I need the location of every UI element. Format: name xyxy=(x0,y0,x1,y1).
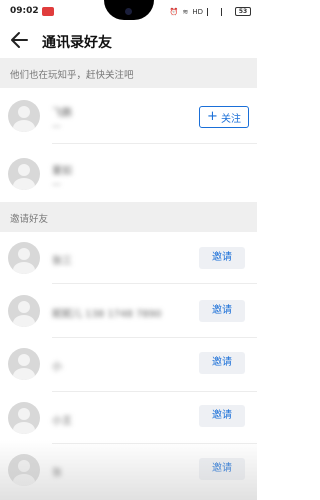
invite-button[interactable]: 邀请 xyxy=(199,300,245,322)
back-button[interactable] xyxy=(10,29,30,51)
app-header: 通讯录好友 xyxy=(0,24,257,58)
avatar xyxy=(8,100,40,132)
list-item[interactable]: 小 邀请 xyxy=(0,338,257,392)
list-item[interactable]: 张三 邀请 xyxy=(0,232,257,284)
section-header-playing: 他们也在玩知乎，赶快关注吧 xyxy=(0,58,257,88)
notification-icon xyxy=(42,7,54,16)
avatar xyxy=(8,402,40,434)
user-name: 小王 xyxy=(52,416,72,427)
invite-button[interactable]: 邀请 xyxy=(199,352,245,374)
user-name: 董如 xyxy=(52,166,72,177)
avatar xyxy=(8,158,40,190)
status-bar: 09:02 ⏰ ≋ HD 53 xyxy=(0,0,257,24)
signal-icon-2 xyxy=(221,7,231,16)
battery-icon: 53 xyxy=(235,7,251,16)
list-item[interactable]: 飞鹏 一 + 关注 xyxy=(0,88,257,144)
plus-icon: + xyxy=(207,109,218,124)
section-title-invite: 邀请好友 xyxy=(10,214,49,225)
invite-button[interactable]: 邀请 xyxy=(199,247,245,269)
user-name: 小 xyxy=(52,362,62,373)
user-name: 妮妮儿 138 1748 7890 xyxy=(52,309,162,320)
user-subtitle: 一 xyxy=(52,123,62,133)
list-item[interactable]: 小王 邀请 xyxy=(0,392,257,444)
avatar xyxy=(8,454,40,486)
invite-button[interactable]: 邀请 xyxy=(199,405,245,427)
status-time: 09:02 xyxy=(10,6,39,16)
wifi-icon: ≋ xyxy=(182,7,189,16)
user-name: 飞鹏 xyxy=(52,108,72,119)
front-camera-icon xyxy=(125,8,132,15)
follow-button-label: 关注 xyxy=(220,113,241,125)
avatar xyxy=(8,295,40,327)
network-label: HD xyxy=(192,7,203,16)
signal-icon xyxy=(207,7,217,16)
avatar xyxy=(8,242,40,274)
section-title-playing: 他们也在玩知乎，赶快关注吧 xyxy=(10,70,134,81)
user-subtitle: 一 xyxy=(52,181,62,191)
section-header-invite: 邀请好友 xyxy=(0,202,257,232)
follow-button[interactable]: + 关注 xyxy=(199,106,249,128)
list-item[interactable]: 董如 一 xyxy=(0,144,257,200)
invite-button[interactable]: 邀请 xyxy=(199,458,245,480)
user-name: 张三 xyxy=(52,256,72,267)
avatar xyxy=(8,348,40,380)
list-item[interactable]: 张 邀请 xyxy=(0,444,257,500)
user-name: 张 xyxy=(52,468,62,479)
alarm-icon: ⏰ xyxy=(169,7,179,16)
page-title: 通讯录好友 xyxy=(42,35,112,51)
status-icons: ⏰ ≋ HD 53 xyxy=(170,7,251,16)
arrow-left-icon xyxy=(11,32,28,48)
list-item[interactable]: 妮妮儿 138 1748 7890 邀请 xyxy=(0,284,257,338)
